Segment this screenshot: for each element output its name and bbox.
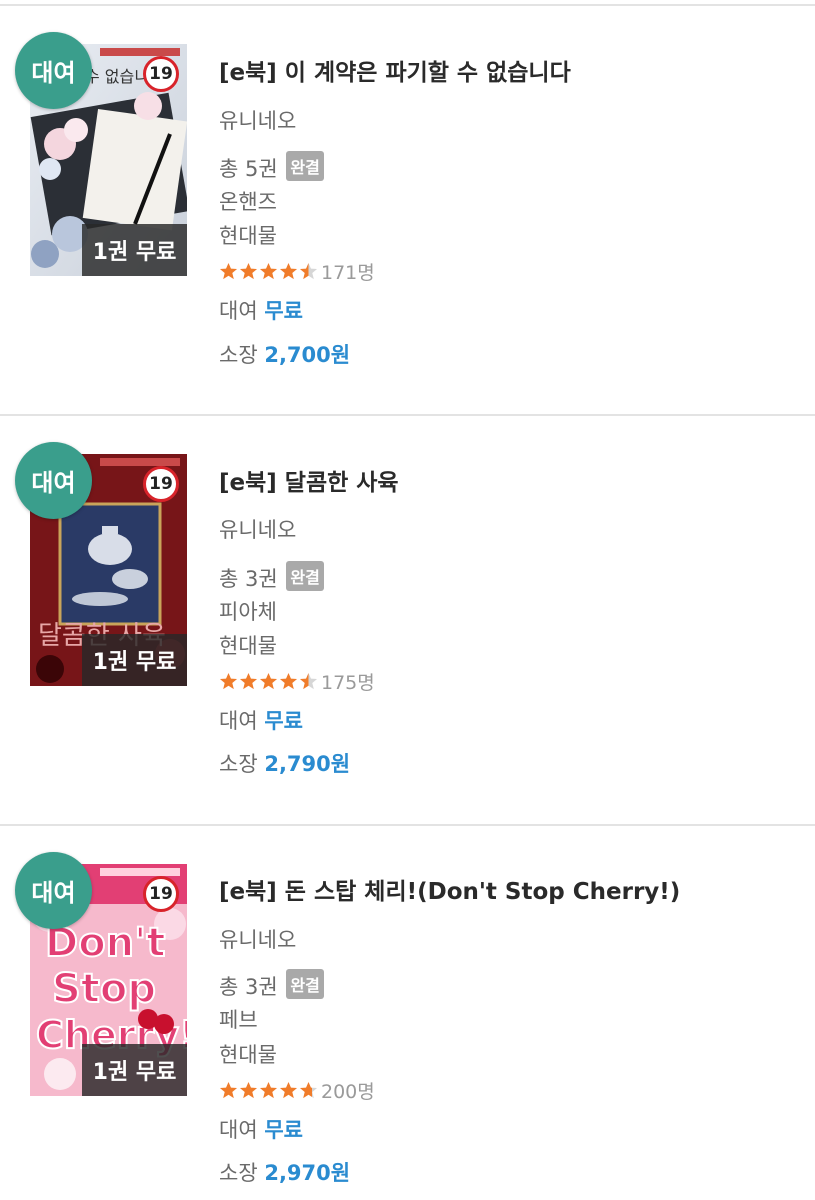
- star-rating: [219, 262, 319, 281]
- volume-info: 총 5권 완결: [219, 151, 324, 183]
- star-icon: [219, 1081, 238, 1099]
- author[interactable]: 유니네오: [219, 105, 296, 135]
- rating-count: 200명: [321, 1081, 375, 1103]
- publisher[interactable]: 피아체: [219, 596, 277, 626]
- star-icon: [219, 262, 238, 280]
- star-icon: [239, 672, 258, 690]
- author[interactable]: 유니네오: [219, 514, 296, 544]
- rating: 171명: [219, 258, 375, 285]
- age-19-badge: 19: [143, 56, 179, 92]
- own-label: 소장: [219, 343, 258, 367]
- author[interactable]: 유니네오: [219, 924, 296, 954]
- star-rating: [219, 1081, 319, 1100]
- rent-label: 대여: [219, 299, 258, 323]
- rating: 200명: [219, 1077, 375, 1104]
- free-volume-badge: 1권 무료: [82, 224, 187, 276]
- own-label: 소장: [219, 1161, 258, 1185]
- rent-price-row[interactable]: 대여 무료: [219, 705, 303, 735]
- publisher[interactable]: 온핸즈: [219, 186, 277, 216]
- age-19-badge: 19: [143, 876, 179, 912]
- star-icon: [219, 672, 238, 690]
- volume-count: 총 3권: [219, 975, 278, 999]
- rent-price-row[interactable]: 대여 무료: [219, 295, 303, 325]
- volume-info: 총 3권 완결: [219, 561, 324, 593]
- book-title[interactable]: [e북] 이 계약은 파기할 수 없습니다: [219, 53, 571, 87]
- star-icon: [279, 1081, 298, 1099]
- own-price-row[interactable]: 소장 2,700원: [219, 339, 350, 369]
- rent-price: 무료: [264, 299, 303, 323]
- star-icon: [279, 672, 298, 690]
- list-item[interactable]: Don't Stop Cherry! 19 1권 무료 대여 [e북] 돈 스탑…: [0, 826, 815, 1200]
- book-info: [e북] 돈 스탑 체리!(Don't Stop Cherry!): [219, 872, 680, 906]
- volume-count: 총 5권: [219, 157, 278, 181]
- rent-price: 무료: [264, 709, 303, 733]
- own-price: 2,790원: [264, 752, 351, 776]
- rating: 175명: [219, 668, 375, 695]
- age-19-badge: 19: [143, 466, 179, 502]
- volume-info: 총 3권 완결: [219, 969, 324, 1001]
- star-icon: [299, 1081, 318, 1099]
- own-price-row[interactable]: 소장 2,790원: [219, 748, 350, 778]
- rent-price: 무료: [264, 1118, 303, 1142]
- genre[interactable]: 현대물: [219, 1039, 277, 1069]
- star-icon: [259, 672, 278, 690]
- rent-badge: 대여: [15, 32, 92, 109]
- star-icon: [299, 672, 318, 690]
- book-title[interactable]: [e북] 달콤한 사육: [219, 463, 399, 497]
- rent-price-row[interactable]: 대여 무료: [219, 1114, 303, 1144]
- svg-text:Stop: Stop: [52, 966, 156, 1012]
- list-item[interactable]: 달콤한 사육 19 1권 무료 대여 [e북] 달콤한 사육 유니네오 총 3권…: [0, 416, 815, 826]
- rating-count: 171명: [321, 262, 375, 284]
- list-item[interactable]: 수 없습니다 19 1권 무료 대여 [e북] 이 계약은 파기할 수 없습니다…: [0, 6, 815, 416]
- rent-label: 대여: [219, 709, 258, 733]
- free-volume-badge: 1권 무료: [82, 634, 187, 686]
- genre[interactable]: 현대물: [219, 630, 277, 660]
- star-icon: [299, 262, 318, 280]
- rent-label: 대여: [219, 1118, 258, 1142]
- star-icon: [259, 262, 278, 280]
- complete-badge: 완결: [286, 969, 324, 999]
- own-price: 2,970원: [264, 1161, 351, 1185]
- book-title[interactable]: [e북] 돈 스탑 체리!(Don't Stop Cherry!): [219, 872, 680, 906]
- complete-badge: 완결: [286, 151, 324, 181]
- rent-badge: 대여: [15, 852, 92, 929]
- star-icon: [259, 1081, 278, 1099]
- own-label: 소장: [219, 752, 258, 776]
- volume-count: 총 3권: [219, 567, 278, 591]
- own-price-row[interactable]: 소장 2,970원: [219, 1157, 350, 1187]
- own-price: 2,700원: [264, 343, 351, 367]
- rent-badge: 대여: [15, 442, 92, 519]
- genre[interactable]: 현대물: [219, 220, 277, 250]
- star-icon: [239, 1081, 258, 1099]
- book-info: [e북] 달콤한 사육: [219, 463, 399, 497]
- star-icon: [239, 262, 258, 280]
- complete-badge: 완결: [286, 561, 324, 591]
- star-icon: [279, 262, 298, 280]
- book-info: [e북] 이 계약은 파기할 수 없습니다: [219, 53, 571, 87]
- publisher[interactable]: 페브: [219, 1004, 258, 1034]
- free-volume-badge: 1권 무료: [82, 1044, 187, 1096]
- star-rating: [219, 672, 319, 691]
- rating-count: 175명: [321, 672, 375, 694]
